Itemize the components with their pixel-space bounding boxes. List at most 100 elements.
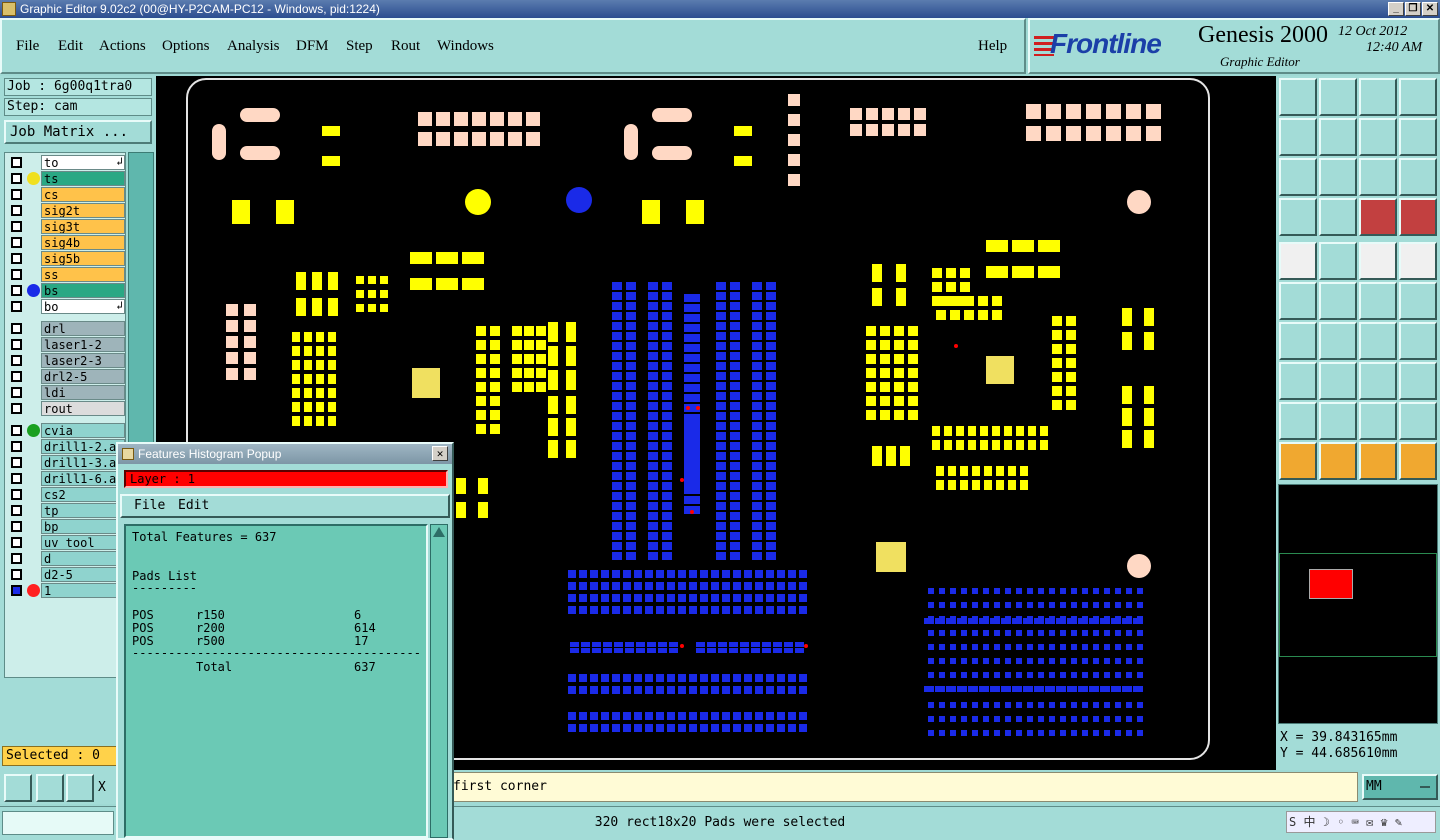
menu-step[interactable]: Step [346, 38, 373, 55]
layer-checkbox[interactable] [11, 569, 22, 580]
menu-actions[interactable]: Actions [99, 38, 146, 55]
select-box-icon[interactable] [1319, 442, 1357, 480]
fit-horizontal-icon[interactable] [1359, 362, 1397, 400]
layer-name[interactable]: cs2 [41, 487, 125, 502]
layer-name[interactable]: laser1-2 [41, 337, 125, 352]
layer-row-tp[interactable]: tp [7, 503, 125, 518]
layer-name[interactable]: sig3t [41, 219, 125, 234]
popup-close-button[interactable]: ✕ [432, 446, 448, 461]
layer-row-drl[interactable]: drl [7, 321, 125, 336]
layer-row-sig2t[interactable]: sig2t [7, 203, 125, 218]
grid-icon[interactable] [1319, 198, 1357, 236]
layer-checkbox[interactable] [11, 323, 22, 334]
right-arrow-box-icon[interactable] [1319, 118, 1357, 156]
triangle-red-icon[interactable] [1279, 402, 1317, 440]
layer-name[interactable]: cs [41, 187, 125, 202]
overview-viewport[interactable] [1309, 569, 1353, 599]
camera-icon[interactable] [1279, 242, 1317, 280]
route-node-icon[interactable] [1399, 442, 1437, 480]
layer-checkbox[interactable] [11, 237, 22, 248]
overview-window[interactable] [1278, 484, 1438, 724]
layer-checkbox[interactable] [11, 371, 22, 382]
snap-red-icon[interactable] [1359, 198, 1397, 236]
close-button[interactable]: ✕ [1422, 2, 1438, 16]
layer-checkbox[interactable] [11, 285, 22, 296]
popup-menu-edit[interactable]: Edit [178, 496, 209, 516]
layer-name[interactable]: drill1-3.a [41, 455, 125, 470]
layer-name[interactable]: tp [41, 503, 125, 518]
measure-tools-icon[interactable] [1279, 198, 1317, 236]
cluster-icon[interactable] [1399, 362, 1437, 400]
layer-row-cs2[interactable]: cs2 [7, 487, 125, 502]
left-arrow-box-icon[interactable] [1279, 118, 1317, 156]
layer-name[interactable]: laser2-3 [41, 353, 125, 368]
home-icon[interactable] [1359, 78, 1397, 116]
layer-name[interactable]: d [41, 551, 125, 566]
layer-checkbox[interactable] [11, 253, 22, 264]
snap-grid-icon[interactable] [66, 774, 94, 802]
layer-checkbox[interactable] [11, 157, 22, 168]
pad-diag-alt-icon[interactable] [1399, 282, 1437, 320]
layer-name[interactable]: drl [41, 321, 125, 336]
layer-row-ts[interactable]: ts [7, 171, 125, 186]
layer-checkbox[interactable] [11, 355, 22, 366]
zoom-window-icon[interactable] [4, 774, 32, 802]
arc-icon[interactable] [1359, 322, 1397, 360]
minimize-button[interactable]: _ [1388, 2, 1404, 16]
layer-row-rout[interactable]: rout [7, 401, 125, 416]
layer-row-uv_tool[interactable]: uv_tool [7, 535, 125, 550]
layer-name[interactable]: bs [41, 283, 125, 298]
layer-row-drl2-5[interactable]: drl2-5 [7, 369, 125, 384]
layer-row-bp[interactable]: bp [7, 519, 125, 534]
layer-checkbox[interactable] [11, 173, 22, 184]
layer-checkbox[interactable] [11, 537, 22, 548]
layer-row-laser2-3[interactable]: laser2-3 [7, 353, 125, 368]
menu-windows[interactable]: Windows [437, 38, 494, 55]
one-to-two-icon[interactable] [1359, 158, 1397, 196]
layer-row-cvia[interactable]: cvia [7, 423, 125, 438]
dashed-circle-icon[interactable] [1399, 242, 1437, 280]
layer-name[interactable]: drill1-6.a [41, 471, 125, 486]
window-icon[interactable] [1399, 78, 1437, 116]
layer-name[interactable]: ldi [41, 385, 125, 400]
layer-checkbox[interactable] [11, 269, 22, 280]
layer-checkbox[interactable] [11, 221, 22, 232]
layer-checkbox[interactable] [11, 441, 22, 452]
pad-center-icon[interactable] [1319, 282, 1357, 320]
menu-analysis[interactable]: Analysis [227, 38, 280, 55]
layer-name[interactable]: d2-5 [41, 567, 125, 582]
layer-checkbox[interactable] [11, 189, 22, 200]
up-arrow-box-icon[interactable] [1279, 78, 1317, 116]
layer-row-bo[interactable]: bo ↲ [7, 299, 125, 314]
layer-checkbox[interactable] [11, 403, 22, 414]
down-arrow-box-icon[interactable] [1319, 78, 1357, 116]
layer-name[interactable]: drill1-2.a [41, 439, 125, 454]
layer-name[interactable]: rout [41, 401, 125, 416]
layer-checkbox[interactable] [11, 457, 22, 468]
line-cut-icon[interactable] [1319, 362, 1357, 400]
draw-line-icon[interactable] [36, 774, 64, 802]
job-matrix-button[interactable]: Job Matrix ... [4, 120, 152, 144]
layer-checkbox[interactable] [11, 489, 22, 500]
popup-menu-file[interactable]: File [134, 496, 165, 516]
layer-row-1[interactable]: 1 [7, 583, 125, 598]
swap-left-icon[interactable] [1359, 118, 1397, 156]
layer-checkbox[interactable] [11, 553, 22, 564]
layer-row-d[interactable]: d [7, 551, 125, 566]
split-icon[interactable] [1399, 322, 1437, 360]
help-question-icon[interactable] [1399, 158, 1437, 196]
layer-row-drill1-2.a[interactable]: drill1-2.a [7, 439, 125, 454]
menu-options[interactable]: Options [162, 38, 210, 55]
select-arrow-icon[interactable] [1359, 442, 1397, 480]
layer-name[interactable]: sig5b [41, 251, 125, 266]
layer-row-sig5b[interactable]: sig5b [7, 251, 125, 266]
layer-checkbox[interactable] [11, 339, 22, 350]
layer-row-drill1-3.a[interactable]: drill1-3.a [7, 455, 125, 470]
layer-row-ss[interactable]: ss [7, 267, 125, 282]
layer-row-sig3t[interactable]: sig3t [7, 219, 125, 234]
layer-name[interactable]: ts [41, 171, 125, 186]
pad-move-icon[interactable] [1279, 282, 1317, 320]
pointer-icon[interactable] [1279, 442, 1317, 480]
snap-red-alt-icon[interactable] [1399, 198, 1437, 236]
layer-row-sig4b[interactable]: sig4b [7, 235, 125, 250]
